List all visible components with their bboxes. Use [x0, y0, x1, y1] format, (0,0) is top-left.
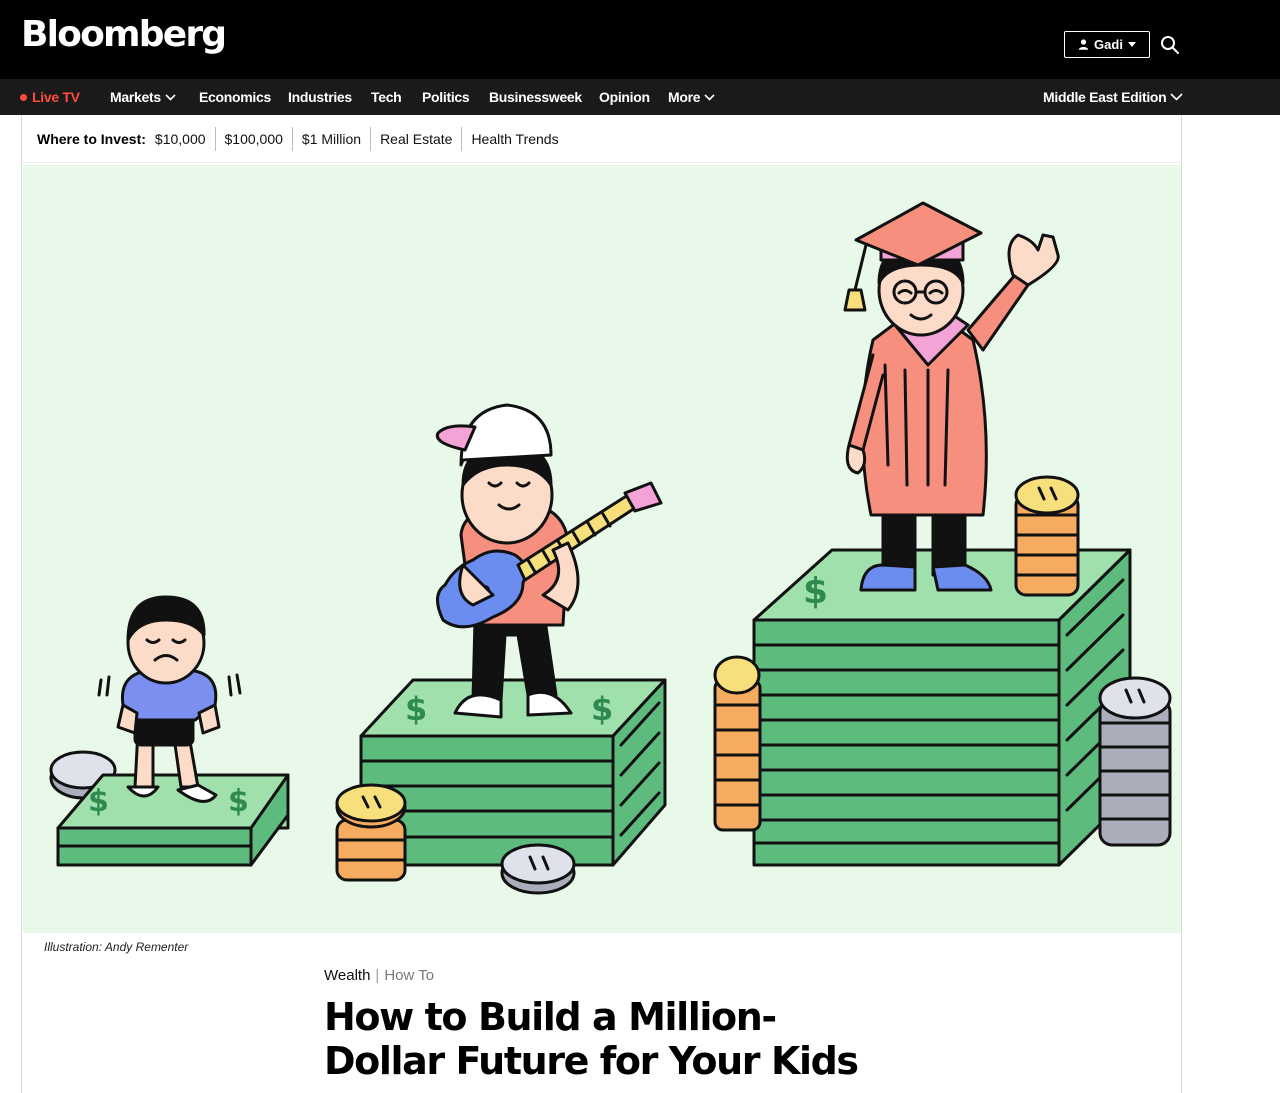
person-icon — [1078, 39, 1089, 50]
where-to-invest-bar: Where to Invest: $10,000 $100,000 $1 Mil… — [22, 115, 1181, 163]
subnav-link-health-trends[interactable]: Health Trends — [461, 126, 567, 151]
main-nav: Live TV Markets Economics Industries Tec… — [0, 79, 1280, 115]
nav-markets[interactable]: Markets — [110, 79, 176, 115]
caret-down-icon — [1127, 42, 1136, 47]
subnav-link-real-estate[interactable]: Real Estate — [370, 126, 461, 151]
nav-politics[interactable]: Politics — [422, 79, 470, 115]
article-headline: How to Build a Million- Dollar Future fo… — [324, 995, 884, 1083]
nav-opinion[interactable]: Opinion — [599, 79, 650, 115]
svg-text:$: $ — [591, 690, 613, 728]
illustration-kids-money: .ol { stroke: #111111; stroke-width: 3; … — [49, 201, 1172, 895]
search-icon[interactable] — [1160, 35, 1180, 55]
chevron-down-icon — [704, 93, 715, 101]
subnav-link-100k[interactable]: $100,000 — [214, 126, 292, 151]
headline-line-2: Dollar Future for Your Kids — [324, 1039, 859, 1083]
user-account-button[interactable]: Gadi — [1064, 31, 1150, 58]
svg-text:$: $ — [803, 571, 828, 612]
hero-illustration: .ol { stroke: #111111; stroke-width: 3; … — [23, 165, 1181, 933]
nav-businessweek[interactable]: Businessweek — [489, 79, 582, 115]
content-frame: Where to Invest: $10,000 $100,000 $1 Mil… — [21, 115, 1182, 1093]
user-name: Gadi — [1094, 37, 1123, 52]
live-dot-icon — [20, 93, 27, 101]
subnav-link-10k[interactable]: $10,000 — [155, 127, 215, 151]
chevron-down-icon — [165, 93, 176, 101]
nav-tech[interactable]: Tech — [371, 79, 402, 115]
bloomberg-logo[interactable]: Bloomberg — [21, 17, 227, 53]
nav-industries[interactable]: Industries — [288, 79, 352, 115]
where-to-invest-label: Where to Invest: — [37, 130, 146, 147]
nav-live-tv[interactable]: Live TV — [20, 79, 80, 115]
svg-text:$: $ — [228, 784, 249, 819]
subnav-link-1m[interactable]: $1 Million — [291, 126, 370, 151]
category-link-wealth[interactable]: Wealth — [324, 967, 370, 984]
nav-more[interactable]: More — [668, 79, 715, 115]
article-kicker: Wealth | How To — [324, 967, 434, 984]
image-credit: Illustration: Andy Rementer — [44, 940, 189, 954]
kicker-separator: | — [375, 967, 380, 984]
edition-selector[interactable]: Middle East Edition — [1043, 79, 1183, 115]
nav-economics[interactable]: Economics — [199, 79, 271, 115]
svg-text:$: $ — [88, 784, 109, 819]
subcategory-link-how-to[interactable]: How To — [384, 967, 434, 984]
svg-text:$: $ — [405, 690, 427, 728]
chevron-down-icon — [1170, 93, 1183, 101]
headline-line-1: How to Build a Million- — [324, 995, 777, 1039]
top-bar: Bloomberg Gadi — [0, 0, 1280, 79]
